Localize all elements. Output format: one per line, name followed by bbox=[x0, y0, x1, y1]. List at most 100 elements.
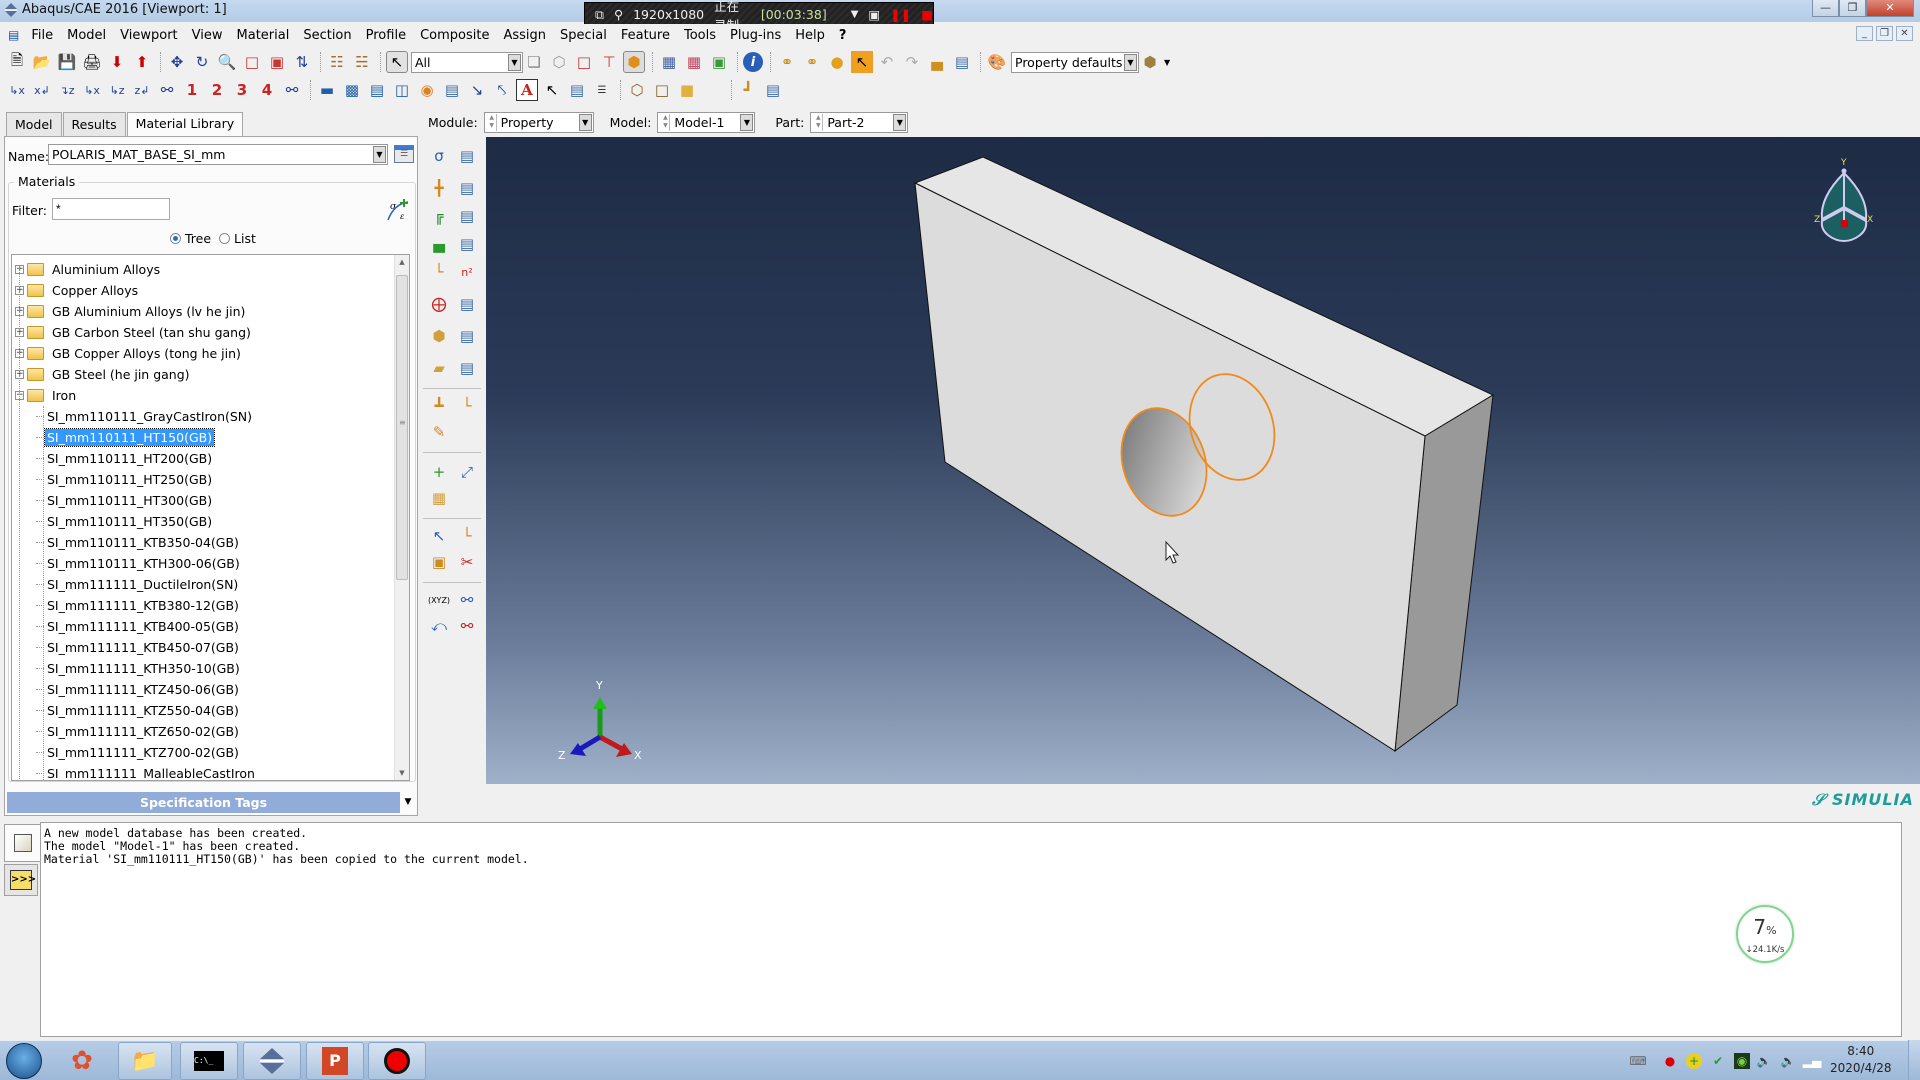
text-annotation-icon[interactable]: A bbox=[516, 79, 538, 101]
legend-icon[interactable]: ☰ bbox=[591, 79, 613, 101]
tree-folder[interactable]: + GB Copper Alloys (tong he jin) bbox=[12, 343, 241, 364]
menu-special[interactable]: Special bbox=[560, 28, 607, 43]
datum-plane-grid-icon[interactable]: ▦ bbox=[427, 486, 451, 510]
ladder-2-icon[interactable]: ☵ bbox=[351, 51, 373, 73]
assign-orientation-icon[interactable]: ⨁ bbox=[427, 292, 451, 316]
tree-material-item[interactable]: SI_mm111111_KTZ550-04(GB) bbox=[36, 700, 241, 721]
tree-folder[interactable]: + Aluminium Alloys bbox=[12, 259, 160, 280]
viewport-link-icon[interactable]: ◉ bbox=[416, 79, 438, 101]
arrow-icon[interactable]: ⤣ bbox=[491, 79, 513, 101]
magnify-icon[interactable]: 🔍 bbox=[216, 51, 238, 73]
model-select[interactable]: ▲ ▼ Model-1 ▼ bbox=[657, 111, 756, 133]
library-manager-icon[interactable]: ☰ bbox=[394, 145, 414, 163]
viewport[interactable]: Y X Z Y X Z bbox=[486, 137, 1920, 784]
view-right-icon[interactable]: z↲ bbox=[131, 79, 153, 101]
mdi-minimize-button[interactable]: _ bbox=[1856, 26, 1873, 41]
palette-icon[interactable]: 🎨 bbox=[986, 51, 1008, 73]
tree-folder[interactable]: + Copper Alloys bbox=[12, 280, 138, 301]
start-button[interactable] bbox=[6, 1043, 42, 1079]
partition-edge-icon[interactable]: └ bbox=[455, 524, 479, 548]
command-prompt-taskbar-button[interactable]: C:\_ bbox=[180, 1042, 238, 1080]
powerpoint-taskbar-button[interactable]: P bbox=[306, 1042, 364, 1080]
scrollbar-thumb[interactable]: ≡ bbox=[396, 275, 408, 580]
redo-icon[interactable]: ↷ bbox=[901, 51, 923, 73]
volume-warning-icon[interactable]: 🔈 bbox=[1756, 1053, 1772, 1069]
viewport-tile-v-icon[interactable]: ◫ bbox=[391, 79, 413, 101]
select-arrow-icon[interactable]: ↖ bbox=[386, 51, 408, 73]
menu-feature[interactable]: Feature bbox=[621, 28, 670, 43]
tree-material-item[interactable]: SI_mm111111_KTB400-05(GB) bbox=[36, 616, 241, 637]
user-view-1-button[interactable]: 1 bbox=[181, 79, 203, 101]
network-speed-widget[interactable]: 7% ↓24.1K/s bbox=[1736, 905, 1794, 963]
menu-material[interactable]: Material bbox=[237, 28, 290, 43]
app-launcher-icon[interactable]: ✿ bbox=[66, 1045, 98, 1077]
chevron-down-icon[interactable]: ▼ bbox=[1164, 58, 1170, 67]
tree-folder[interactable]: + GB Aluminium Alloys (lv he jin) bbox=[12, 301, 245, 322]
select-options-icon[interactable]: ❏ bbox=[523, 51, 545, 73]
menu-view[interactable]: View bbox=[192, 28, 223, 43]
tree-material-item[interactable]: SI_mm110111_KTB350-04(GB) bbox=[36, 532, 241, 553]
system-clock[interactable]: 8:40 2020/4/28 bbox=[1830, 1043, 1892, 1077]
kernel-command-tab[interactable]: >>> bbox=[4, 864, 38, 896]
specification-tags-header[interactable]: Specification Tags bbox=[7, 792, 400, 813]
info-icon[interactable]: i bbox=[743, 52, 763, 72]
material-manager-icon[interactable]: ▤ bbox=[455, 144, 479, 168]
viewport-cascade-icon[interactable]: ▩ bbox=[341, 79, 363, 101]
keyboard-icon[interactable]: ⌨ bbox=[1629, 1053, 1646, 1069]
wireframe-icon[interactable]: ⬡ bbox=[626, 79, 648, 101]
tree-material-item[interactable]: SI_mm111111_KTH350-10(GB) bbox=[36, 658, 242, 679]
user-view-2-button[interactable]: 2 bbox=[206, 79, 228, 101]
spinner-icon[interactable]: ▲ ▼ bbox=[488, 113, 497, 131]
show-desktop-button[interactable] bbox=[1908, 1040, 1920, 1080]
green-cube-icon[interactable]: ▣ bbox=[708, 51, 730, 73]
window-mode-icon[interactable]: ⧉ bbox=[595, 7, 604, 23]
chevron-down-icon[interactable]: ▼ bbox=[508, 53, 521, 71]
tab-model[interactable]: Model bbox=[6, 112, 62, 136]
chevron-down-icon[interactable]: ▼ bbox=[373, 146, 386, 163]
tree-material-item[interactable]: SI_mm111111_MalleableCastIron bbox=[36, 763, 257, 780]
print-icon[interactable]: 🖨 bbox=[81, 51, 103, 73]
chevron-down-icon[interactable]: ▼ bbox=[400, 792, 416, 813]
user-view-4-button[interactable]: 4 bbox=[256, 79, 278, 101]
usb-safe-remove-icon[interactable]: ✔ bbox=[1710, 1053, 1726, 1069]
view-left-icon[interactable]: ↳z bbox=[106, 79, 128, 101]
chevron-down-icon[interactable]: ▼ bbox=[740, 113, 754, 131]
skin-manager-icon[interactable]: ▤ bbox=[455, 324, 479, 348]
pointer-icon[interactable]: ↖ bbox=[541, 79, 563, 101]
stringer-icon[interactable]: ▰ bbox=[427, 356, 451, 380]
recorder-taskbar-button[interactable] bbox=[368, 1042, 426, 1080]
dashed-cube-icon[interactable]: ▦ bbox=[683, 51, 705, 73]
hidden-line-icon[interactable]: □ bbox=[651, 79, 673, 101]
undo-icon[interactable]: ↶ bbox=[876, 51, 898, 73]
tree-material-item[interactable]: SI_mm110111_GrayCastIron(SN) bbox=[36, 406, 254, 427]
drag-select-icon[interactable]: □ bbox=[573, 51, 595, 73]
menu-assign[interactable]: Assign bbox=[503, 28, 546, 43]
partition-cell-icon[interactable]: ┛ bbox=[737, 79, 759, 101]
dropdown-icon[interactable]: ▼ bbox=[851, 9, 859, 20]
tree-radio[interactable]: Tree bbox=[170, 231, 211, 246]
tree-folder[interactable]: + GB Carbon Steel (tan shu gang) bbox=[12, 322, 251, 343]
save-icon[interactable]: 💾 bbox=[56, 51, 78, 73]
filter-input[interactable] bbox=[52, 198, 170, 220]
stress-strain-icon[interactable]: σε bbox=[386, 198, 410, 222]
skin-icon[interactable]: ⬢ bbox=[427, 324, 451, 348]
menu-help[interactable]: Help bbox=[795, 28, 825, 43]
view-bottom-icon[interactable]: ↳x bbox=[81, 79, 103, 101]
volume-icon[interactable]: 🔈 bbox=[1780, 1053, 1796, 1069]
menu-profile[interactable]: Profile bbox=[366, 28, 406, 43]
color-code-select[interactable]: Property defaults ▼ bbox=[1011, 51, 1139, 73]
menu-model[interactable]: Model bbox=[67, 28, 106, 43]
manager-icon[interactable]: ▤ bbox=[951, 51, 973, 73]
viewport-tile-h-icon[interactable]: ▤ bbox=[366, 79, 388, 101]
chevron-down-icon[interactable]: ▼ bbox=[1124, 53, 1137, 71]
open-file-icon[interactable]: 📂 bbox=[31, 51, 53, 73]
tree-material-item[interactable]: SI_mm111111_KTB380-12(GB) bbox=[36, 595, 241, 616]
create-profile-icon[interactable]: ╔ bbox=[427, 204, 451, 228]
section-manager-icon[interactable]: ▤ bbox=[455, 176, 479, 200]
profile-manager-icon[interactable]: ▤ bbox=[455, 204, 479, 228]
restore-button[interactable]: ❐ bbox=[1839, 0, 1866, 17]
annotation-arrow-icon[interactable]: ↘ bbox=[466, 79, 488, 101]
stop-icon[interactable]: ■ bbox=[921, 7, 933, 22]
spinner-icon[interactable]: ▲ ▼ bbox=[814, 113, 824, 131]
special-skin-icon[interactable]: ✎ bbox=[427, 420, 451, 444]
